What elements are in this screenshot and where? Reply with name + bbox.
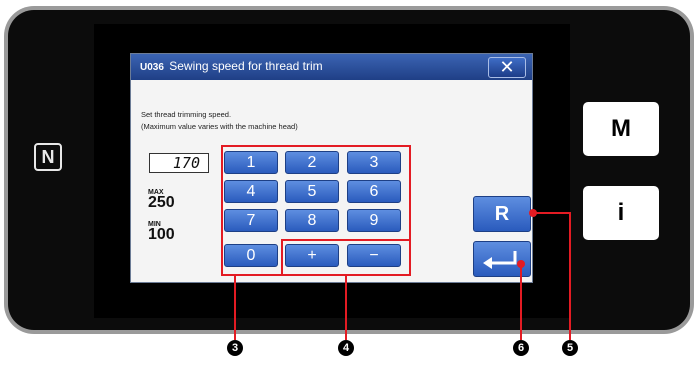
- leader-line-6: [520, 266, 522, 340]
- leader-line-3: [234, 276, 236, 340]
- info-button[interactable]: i: [583, 186, 659, 240]
- dialog-title: U036 Sewing speed for thread trim: [140, 59, 323, 73]
- nfc-icon: N: [34, 143, 62, 171]
- min-value: 100: [148, 226, 175, 243]
- plus-minus-highlight: [281, 239, 411, 276]
- callout-3: 3: [227, 340, 243, 356]
- reset-button[interactable]: R: [473, 196, 531, 232]
- description-line-1: Set thread trimming speed.: [141, 110, 232, 119]
- close-icon: ✕: [499, 57, 515, 77]
- dialog-title-text: Sewing speed for thread trim: [169, 59, 323, 73]
- callout-6: 6: [513, 340, 529, 356]
- enter-button[interactable]: [473, 241, 531, 277]
- dialog-title-bar: U036 Sewing speed for thread trim ✕: [131, 54, 532, 80]
- leader-line-4: [345, 276, 347, 340]
- description-line-2: (Maximum value varies with the machine h…: [141, 122, 298, 131]
- leader-line-5-vertical: [569, 212, 571, 340]
- min-indicator: MIN 100: [148, 221, 175, 243]
- menu-button[interactable]: M: [583, 102, 659, 156]
- speed-value-field[interactable]: 170: [149, 153, 209, 173]
- dialog-description: Set thread trimming speed. (Maximum valu…: [141, 109, 298, 133]
- dialog-code: U036: [140, 62, 164, 73]
- max-indicator: MAX 250: [148, 189, 175, 211]
- max-value: 250: [148, 194, 175, 211]
- callout-5: 5: [562, 340, 578, 356]
- callout-4: 4: [338, 340, 354, 356]
- close-button[interactable]: ✕: [488, 57, 526, 78]
- leader-line-5-horizontal: [536, 212, 570, 214]
